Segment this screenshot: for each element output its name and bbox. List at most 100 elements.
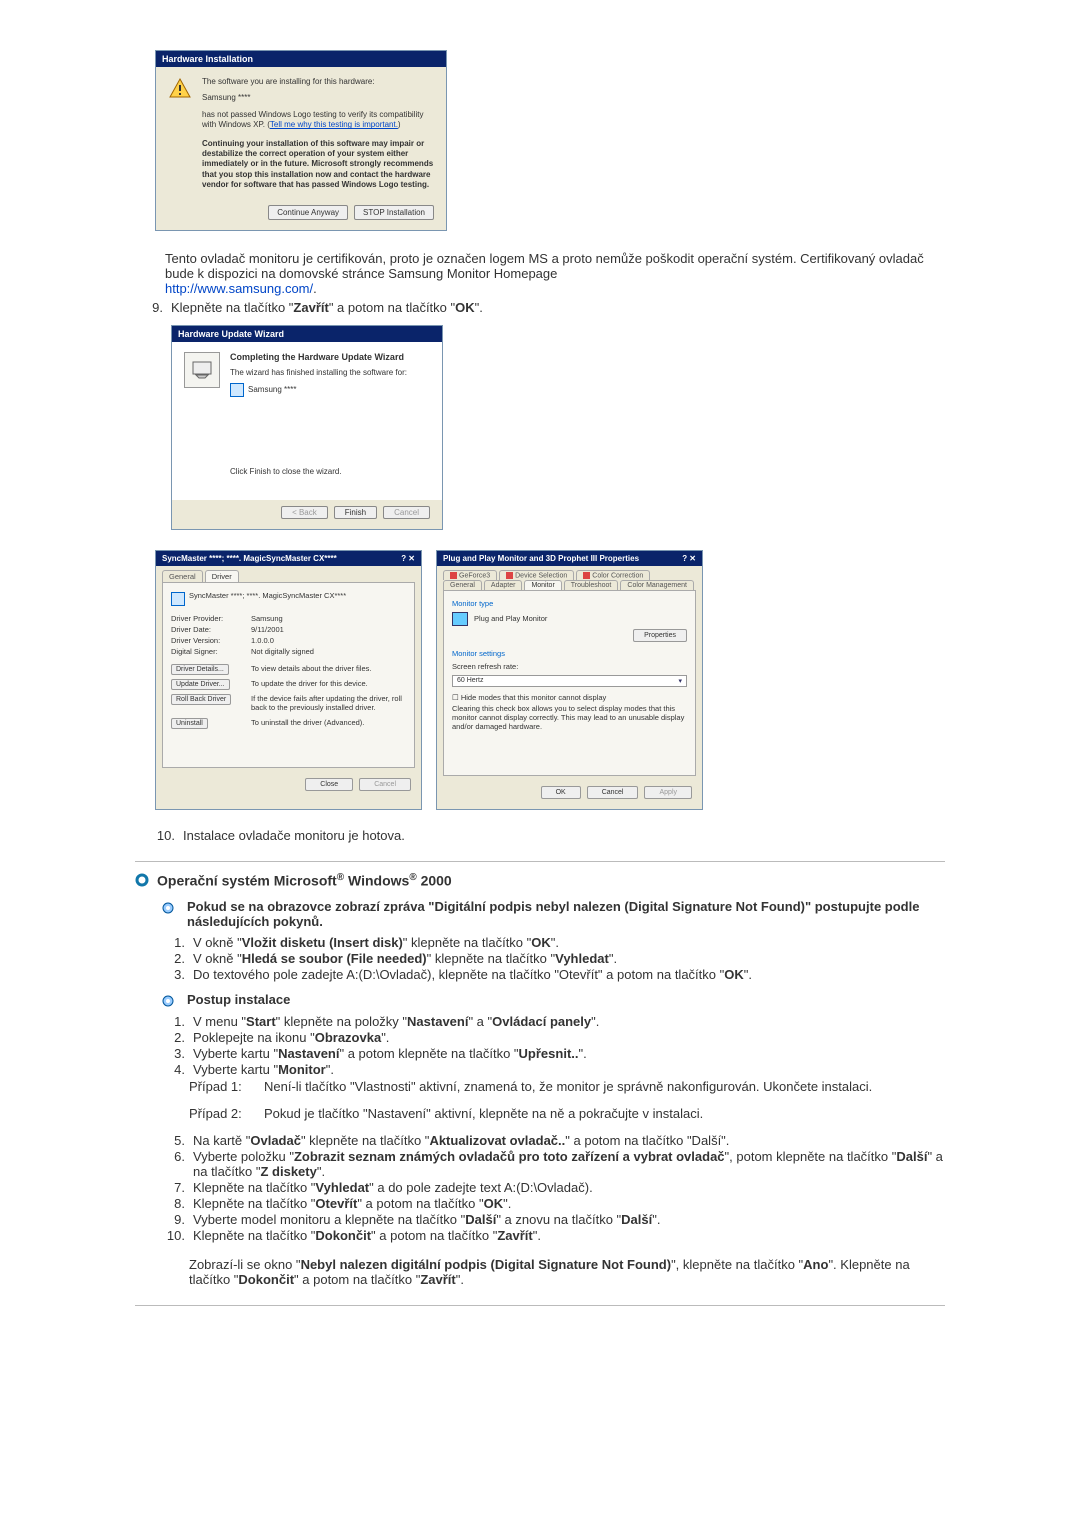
step9-c: " a potom na tlačítko " xyxy=(329,300,455,315)
step9-a: Klepněte na tlačítko " xyxy=(171,300,293,315)
list-item: 10.Klepněte na tlačítko "Dokončit" a pot… xyxy=(163,1228,945,1243)
monitor-props-icon xyxy=(171,592,185,606)
monitor-apply-button: Apply xyxy=(644,786,692,799)
tab-monitor[interactable]: Monitor xyxy=(524,580,561,590)
case2-label: Případ 2: xyxy=(189,1106,264,1121)
step10-text: Instalace ovladače monitoru je hotova. xyxy=(183,828,405,843)
monitor-cancel-button[interactable]: Cancel xyxy=(587,786,639,799)
step9-b: Zavřít xyxy=(293,300,328,315)
case1-label: Případ 1: xyxy=(189,1079,264,1094)
continue-anyway-button[interactable]: Continue Anyway xyxy=(268,205,348,220)
rollback-driver-desc: If the device fails after updating the d… xyxy=(251,694,406,712)
tab-troubleshoot[interactable]: Troubleshoot xyxy=(564,580,619,590)
ver-value: 1.0.0.0 xyxy=(251,636,406,645)
case2-body: Pokud je tlačítko "Nastavení" aktivní, k… xyxy=(264,1106,945,1121)
tab-color-mgmt[interactable]: Color Management xyxy=(620,580,694,590)
refresh-rate-select[interactable]: 60 Hertz ▾ xyxy=(452,675,687,687)
warn-link[interactable]: Tell me why this testing is important. xyxy=(270,120,398,129)
postup-heading: Postup instalace xyxy=(187,992,945,1007)
tab-device-selection[interactable]: Device Selection xyxy=(515,572,567,579)
sign-label: Digital Signer: xyxy=(171,647,251,656)
list-item: 9.Vyberte model monitoru a klepněte na t… xyxy=(163,1212,945,1227)
monitor-properties-dialog: Plug and Play Monitor and 3D Prophet III… xyxy=(436,550,703,810)
hide-modes-label: Hide modes that this monitor cannot disp… xyxy=(461,693,607,702)
nvidia-icon xyxy=(450,572,457,579)
chevron-down-icon: ▾ xyxy=(678,677,682,685)
tab-general2[interactable]: General xyxy=(443,580,482,590)
step10-number: 10. xyxy=(135,828,175,843)
tab-adapter[interactable]: Adapter xyxy=(484,580,523,590)
wizard-completing: Completing the Hardware Update Wizard xyxy=(230,352,430,362)
list-item: 1.V okně "Vložit disketu (Insert disk)" … xyxy=(163,935,945,950)
monitor-settings-label: Monitor settings xyxy=(452,649,687,658)
warn-line1: The software you are installing for this… xyxy=(202,77,434,87)
gear-icon xyxy=(159,994,177,1008)
tab-geforce3[interactable]: GeForce3 xyxy=(459,572,490,579)
monitor-icon xyxy=(452,612,468,626)
wizard-cancel-button: Cancel xyxy=(383,506,430,519)
update-driver-desc: To update the driver for this device. xyxy=(251,679,406,688)
driver-dialog-title: SyncMaster ****; ****. MagicSyncMaster C… xyxy=(162,554,337,563)
wizard-title: Hardware Update Wizard xyxy=(172,326,442,342)
driver-properties-dialog: SyncMaster ****; ****. MagicSyncMaster C… xyxy=(155,550,422,810)
wizard-device: Samsung **** xyxy=(248,385,296,394)
wizard-back-button: < Back xyxy=(281,506,328,519)
monitor-type-label: Monitor type xyxy=(452,599,687,608)
separator xyxy=(135,861,945,862)
warn-bold-paragraph: Continuing your installation of this sof… xyxy=(202,139,434,191)
update-driver-button[interactable]: Update Driver... xyxy=(171,679,230,690)
list-item: 2.Poklepejte na ikonu "Obrazovka". xyxy=(163,1030,945,1045)
driver-cancel-button: Cancel xyxy=(359,778,411,791)
list-item: 5.Na kartě "Ovladač" klepněte na tlačítk… xyxy=(163,1133,945,1148)
step9-e: ". xyxy=(475,300,483,315)
tab-driver[interactable]: Driver xyxy=(205,570,239,582)
hardware-installation-dialog: Hardware Installation The software you a… xyxy=(155,50,447,231)
uninstall-button[interactable]: Uninstall xyxy=(171,718,208,729)
nvidia-icon xyxy=(583,572,590,579)
tab-color-correction[interactable]: Color Correction xyxy=(592,572,643,579)
sign-value: Not digitally signed xyxy=(251,647,406,656)
date-value: 9/11/2001 xyxy=(251,625,406,634)
rollback-driver-button[interactable]: Roll Back Driver xyxy=(171,694,231,705)
step9-number: 9. xyxy=(135,300,163,315)
dialog-title: Hardware Installation xyxy=(156,51,446,67)
list-item: 3.Vyberte kartu "Nastavení" a potom klep… xyxy=(163,1046,945,1061)
os-heading: Operační systém Microsoft® Windows® 2000 xyxy=(157,872,452,889)
list-item: 7.Klepněte na tlačítko "Vyhledat" a do p… xyxy=(163,1180,945,1195)
monitor-dialog-title: Plug and Play Monitor and 3D Prophet III… xyxy=(443,554,639,563)
tab-general[interactable]: General xyxy=(162,570,203,582)
driver-close-button[interactable]: Close xyxy=(305,778,353,791)
list-item: 1.V menu "Start" klepněte na položky "Na… xyxy=(163,1014,945,1029)
wizard-finish-button[interactable]: Finish xyxy=(334,506,377,519)
separator xyxy=(135,1305,945,1306)
list-item: 2.V okně "Hledá se soubor (File needed)"… xyxy=(163,951,945,966)
monitor-type-value: Plug and Play Monitor xyxy=(474,614,547,623)
driver-details-button[interactable]: Driver Details... xyxy=(171,664,229,675)
step9-d: OK xyxy=(455,300,475,315)
list-item: 3.Do textového pole zadejte A:(D:\Ovlada… xyxy=(163,967,945,982)
postup-final: Zobrazí-li se okno "Nebyl nalezen digitá… xyxy=(189,1257,945,1287)
hide-modes-checkbox[interactable]: ☐ xyxy=(452,693,461,702)
hardware-update-wizard: Hardware Update Wizard Completing the Ha… xyxy=(171,325,443,530)
monitor-ok-button[interactable]: OK xyxy=(541,786,581,799)
wizard-finished-line: The wizard has finished installing the s… xyxy=(230,368,430,377)
dss-intro: Pokud se na obrazovce zobrazí zpráva "Di… xyxy=(187,899,945,929)
nvidia-icon xyxy=(506,572,513,579)
ver-label: Driver Version: xyxy=(171,636,251,645)
warning-icon xyxy=(168,77,192,101)
prov-label: Driver Provider: xyxy=(171,614,251,623)
stop-installation-button[interactable]: STOP Installation xyxy=(354,205,434,220)
monitor-properties-button[interactable]: Properties xyxy=(633,629,687,642)
driver-device-line: SyncMaster ****; ****. MagicSyncMaster C… xyxy=(189,591,346,600)
driver-details-desc: To view details about the driver files. xyxy=(251,664,406,673)
list-item: 8.Klepněte na tlačítko "Otevřít" a potom… xyxy=(163,1196,945,1211)
wizard-side-icon xyxy=(184,352,220,388)
bullet-icon xyxy=(135,873,149,887)
device-icon xyxy=(230,383,244,397)
date-label: Driver Date: xyxy=(171,625,251,634)
refresh-rate-label: Screen refresh rate: xyxy=(452,662,687,671)
warn-line2b: ) xyxy=(398,120,401,129)
list-item: 4.Vyberte kartu "Monitor". xyxy=(163,1062,945,1077)
hide-modes-desc: Clearing this check box allows you to se… xyxy=(452,704,687,731)
samsung-link[interactable]: http://www.samsung.com/ xyxy=(165,281,313,296)
